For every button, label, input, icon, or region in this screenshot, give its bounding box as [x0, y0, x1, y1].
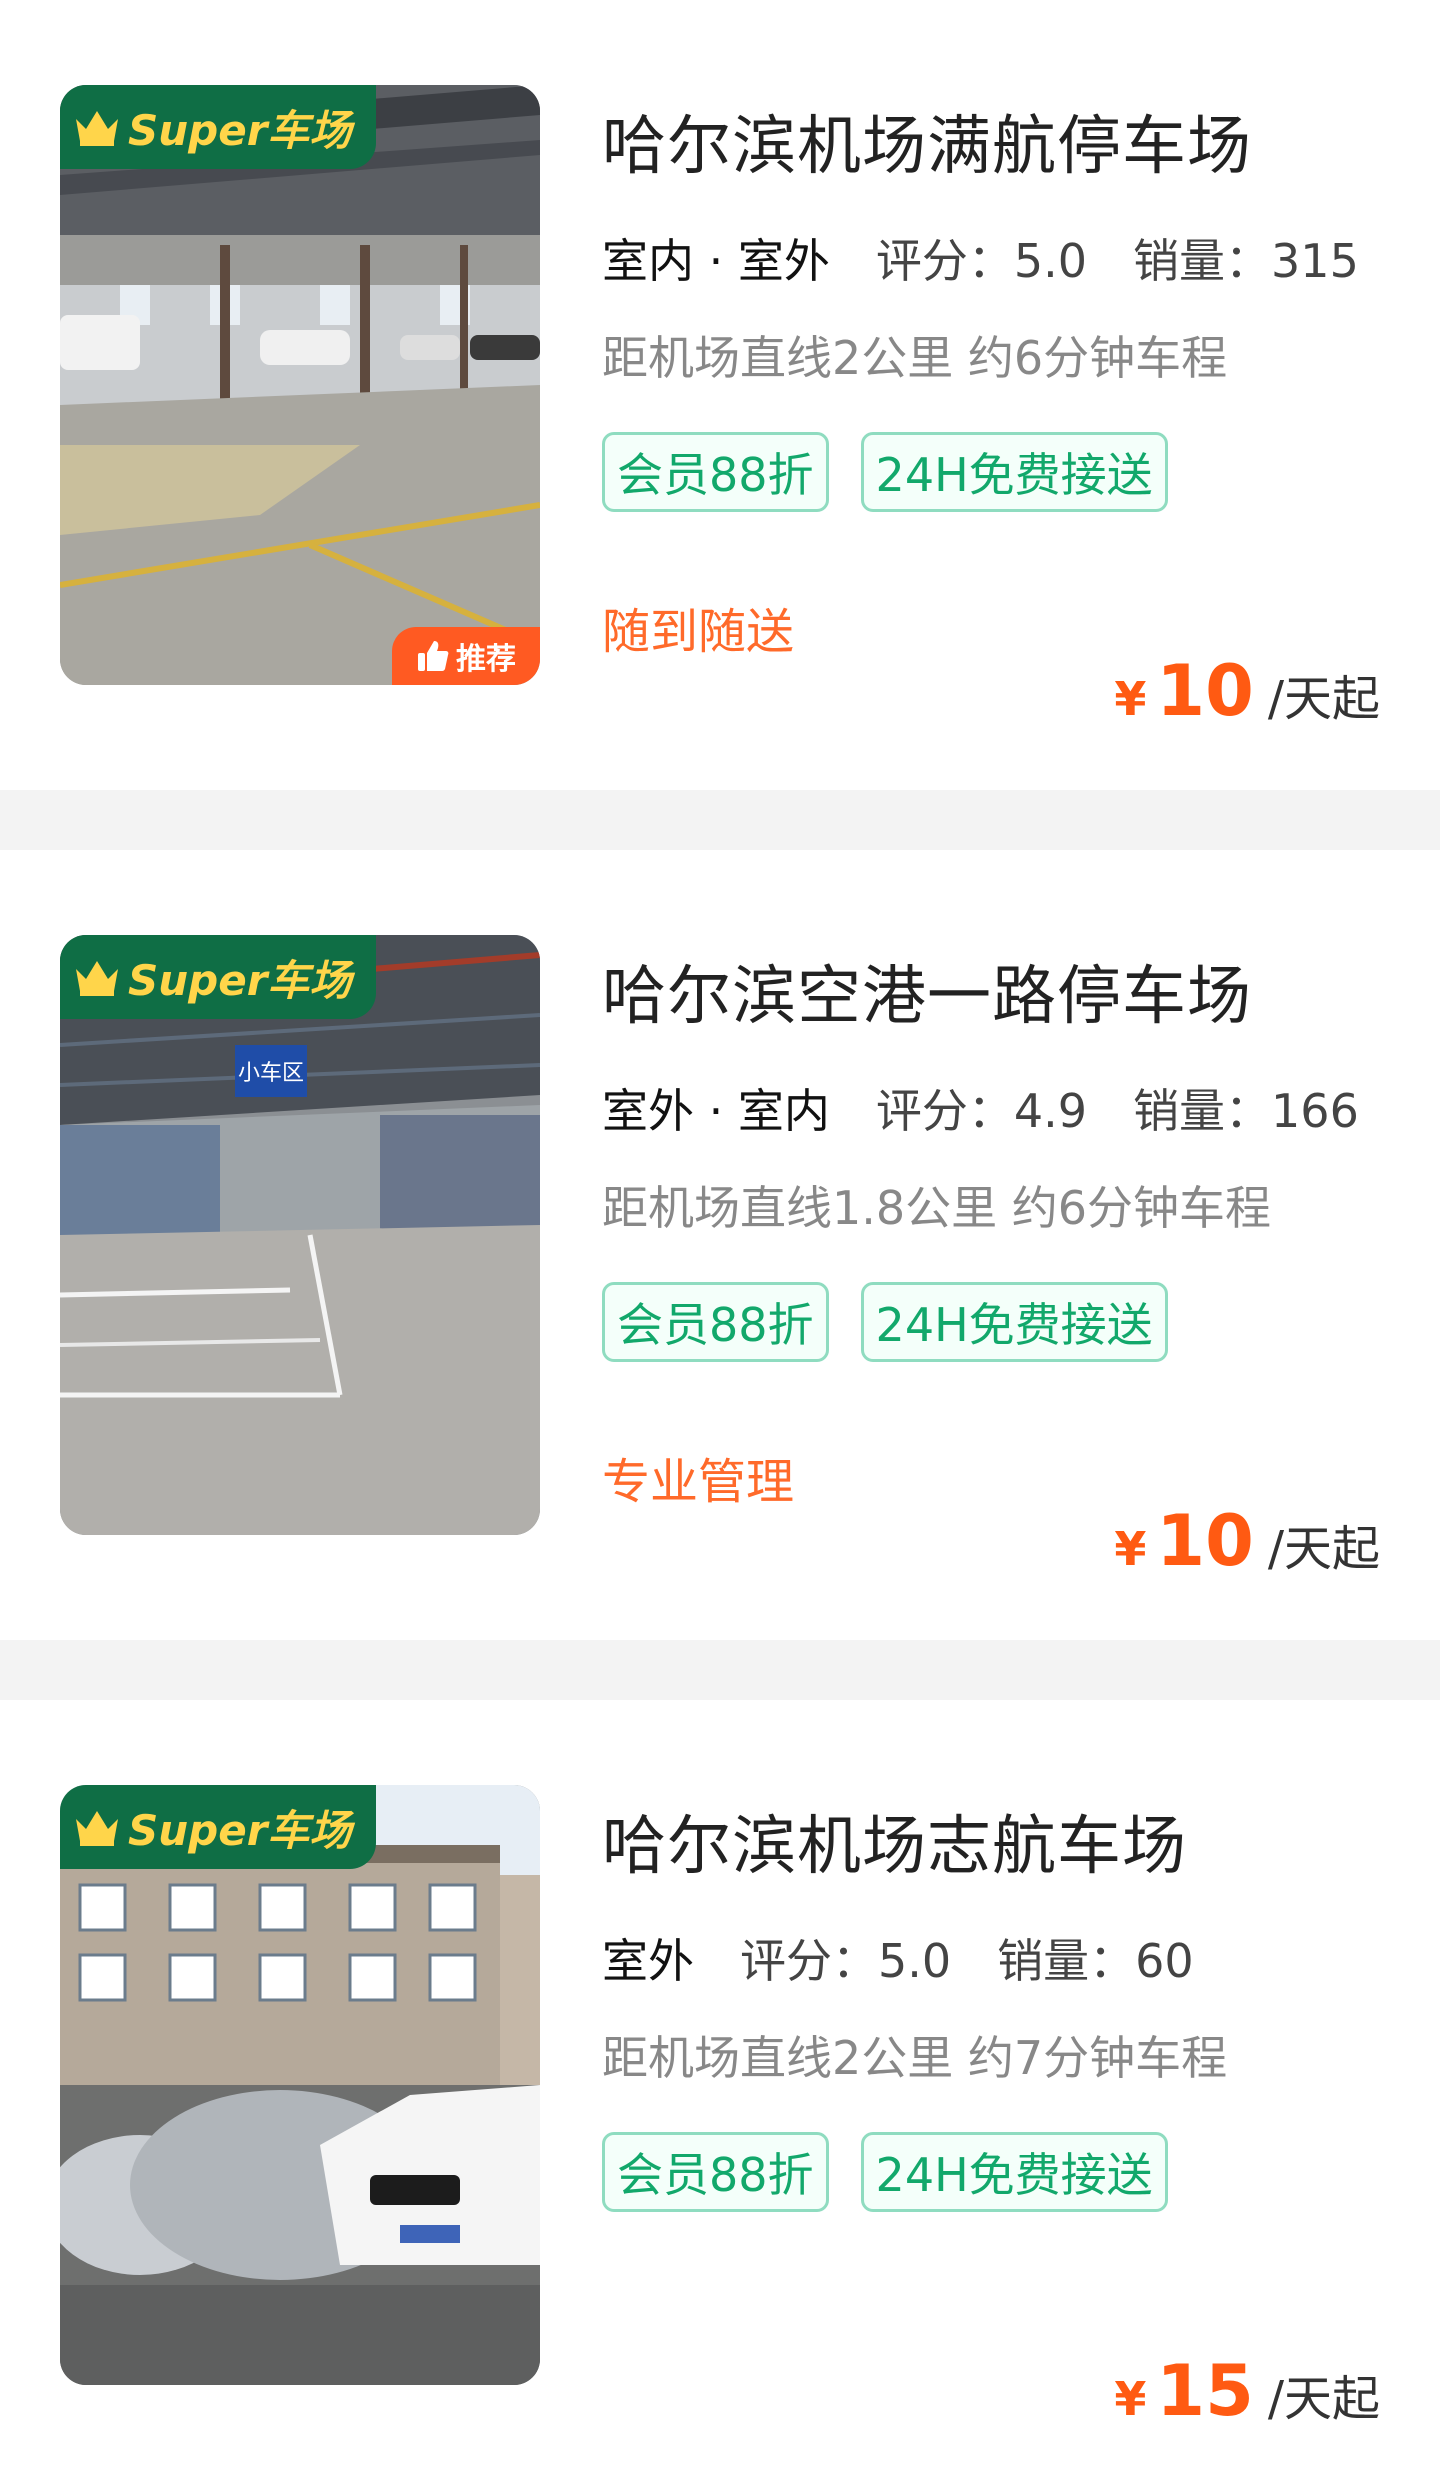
currency-symbol: ¥ [1114, 2372, 1147, 2426]
price-value: 10 [1156, 650, 1254, 732]
parking-meta: 室内 · 室外 评分：5.0 销量：315 [602, 225, 1405, 297]
location-type: 室内 · 室外 [602, 225, 830, 297]
rating: 评分：5.0 [740, 1934, 952, 1988]
distance-info: 距机场直线2公里 约6分钟车程 [602, 331, 1228, 385]
feature-text: 随到随送 [602, 604, 795, 660]
card-separator [0, 1640, 1440, 1700]
crown-icon [76, 1811, 118, 1846]
parking-title[interactable]: 哈尔滨空港一路停车场 [602, 945, 1252, 1037]
covered-shed-image: 小车区 [60, 935, 540, 1535]
thumbs-up-icon [418, 641, 449, 671]
currency-symbol: ¥ [1114, 1522, 1147, 1576]
price-unit: /天起 [1267, 2371, 1380, 2427]
parking-card[interactable]: Super车场 哈尔滨机场志航车场 室外 评分：5.0 销量：60 距机场直线2… [0, 1700, 1440, 2490]
currency-symbol: ¥ [1114, 672, 1147, 726]
price: ¥ 10 /天起 [1114, 1500, 1380, 1582]
parking-title[interactable]: 哈尔滨机场志航车场 [602, 1795, 1187, 1887]
outdoor-lot-image [60, 1785, 540, 2385]
sales-count: 销量：166 [1133, 1084, 1359, 1138]
parking-list: Super车场 推荐 哈尔滨机场满航停车场 室内 · 室外 评分：5.0 销量：… [0, 0, 1440, 2490]
member-discount-tag: 会员88折 [602, 1282, 829, 1362]
location-type: 室外 · 室内 [602, 1075, 830, 1147]
feature-text: 专业管理 [602, 1454, 795, 1510]
price-value: 10 [1156, 1500, 1254, 1582]
parking-card[interactable]: Super车场 推荐 哈尔滨机场满航停车场 室内 · 室外 评分：5.0 销量：… [0, 0, 1440, 790]
distance-info: 距机场直线2公里 约7分钟车程 [602, 2031, 1228, 2085]
parking-meta: 室外 评分：5.0 销量：60 [602, 1925, 1240, 1997]
price: ¥ 10 /天起 [1114, 650, 1380, 732]
super-parking-badge: Super车场 [60, 85, 376, 169]
rating: 评分：5.0 [875, 234, 1088, 288]
sales-count: 销量：60 [997, 1934, 1194, 1988]
distance-info: 距机场直线1.8公里 约6分钟车程 [602, 1181, 1272, 1235]
indoor-garage-image [60, 85, 540, 685]
shuttle-tag: 24H免费接送 [860, 2132, 1168, 2212]
price-unit: /天起 [1267, 1521, 1380, 1577]
crown-icon [76, 111, 118, 146]
location-type: 室外 [602, 1925, 694, 1997]
recommend-badge: 推荐 [392, 627, 540, 685]
parking-meta: 室外 · 室内 评分：4.9 销量：166 [602, 1075, 1405, 1147]
parking-title[interactable]: 哈尔滨机场满航停车场 [602, 95, 1252, 187]
parking-photo[interactable]: 小车区 Super车场 [60, 935, 540, 1535]
parking-photo[interactable]: Super车场 [60, 1785, 540, 2385]
super-parking-badge: Super车场 [60, 935, 376, 1019]
shuttle-tag: 24H免费接送 [860, 1282, 1168, 1362]
badge-label: Super车场 [128, 105, 352, 155]
recommend-label: 推荐 [456, 642, 516, 677]
price-value: 15 [1156, 2350, 1254, 2432]
super-parking-badge: Super车场 [60, 1785, 376, 1869]
crown-icon [76, 961, 118, 996]
badge-label: Super车场 [128, 1805, 352, 1855]
shuttle-tag: 24H免费接送 [860, 432, 1168, 512]
parking-card[interactable]: 小车区 Super车场 哈尔滨空港一路停车场 室外 · 室内 评分：4.9 销量… [0, 850, 1440, 1640]
price: ¥ 15 /天起 [1114, 2350, 1380, 2432]
sales-count: 销量：315 [1133, 234, 1359, 288]
card-separator [0, 790, 1440, 850]
parking-photo[interactable]: Super车场 推荐 [60, 85, 540, 685]
price-unit: /天起 [1267, 671, 1380, 727]
rating: 评分：4.9 [875, 1084, 1088, 1138]
tag-list: 会员88折 24H免费接送 [602, 1282, 1200, 1362]
tag-list: 会员88折 24H免费接送 [602, 432, 1200, 512]
member-discount-tag: 会员88折 [602, 432, 829, 512]
zone-sign: 小车区 [238, 1061, 304, 1086]
badge-label: Super车场 [128, 955, 352, 1005]
member-discount-tag: 会员88折 [602, 2132, 829, 2212]
tag-list: 会员88折 24H免费接送 [602, 2132, 1200, 2212]
